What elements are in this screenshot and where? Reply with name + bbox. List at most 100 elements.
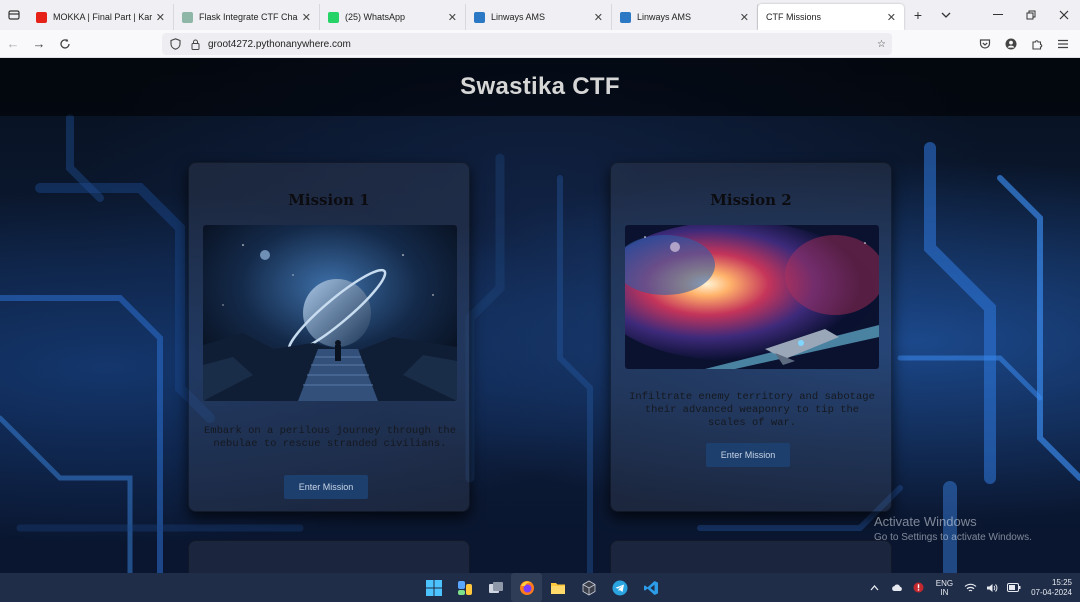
- battery-button[interactable]: [1003, 583, 1025, 592]
- vscode-button[interactable]: [635, 573, 666, 602]
- mission-title: Mission 1: [288, 191, 370, 209]
- planet-scene-image: [203, 225, 457, 401]
- close-tab-icon[interactable]: ✕: [302, 11, 311, 24]
- wifi-icon: [964, 583, 976, 591]
- restore-button[interactable]: [1014, 0, 1047, 30]
- telegram-button[interactable]: [604, 573, 635, 602]
- enter-mission-1-button[interactable]: Enter Mission: [284, 475, 368, 499]
- task-view-button[interactable]: [480, 573, 511, 602]
- tab-favicon-icon: [36, 11, 47, 23]
- extensions-button[interactable]: [1024, 30, 1050, 58]
- browser-tab[interactable]: (25) WhatsApp ✕: [320, 4, 466, 30]
- arrow-right-icon: →: [32, 36, 46, 51]
- site-header: Swastika CTF: [0, 58, 1080, 116]
- minimize-button[interactable]: [981, 0, 1014, 30]
- vscode-icon: [643, 580, 658, 595]
- tab-title: CTF Missions: [766, 12, 822, 22]
- page-viewport: Swastika CTF Mission 1 Embark on a peril…: [0, 58, 1080, 573]
- activate-windows-subtitle: Go to Settings to activate Windows.: [874, 532, 1032, 543]
- forward-button[interactable]: →: [26, 30, 52, 58]
- toolbar-right: [972, 30, 1076, 58]
- app-menu-button[interactable]: [1050, 30, 1076, 58]
- firefox-taskbar-button[interactable]: [511, 573, 542, 602]
- pocket-button[interactable]: [972, 30, 998, 58]
- navigation-bar: ← → groot4272.pythonanywhere.com ☆: [0, 30, 1080, 58]
- activate-windows-watermark: Activate Windows Go to Settings to activ…: [874, 514, 1032, 543]
- antivirus-tray-button[interactable]: [908, 582, 930, 593]
- browser-tab[interactable]: CTF Missions ✕: [758, 4, 904, 30]
- app-box-button[interactable]: [573, 573, 604, 602]
- file-explorer-button[interactable]: [542, 573, 573, 602]
- chevron-down-icon: [941, 12, 951, 18]
- account-button[interactable]: [998, 30, 1024, 58]
- tab-strip: MOKKA | Final Part | Karikku✕Flask Integ…: [0, 0, 1080, 30]
- reload-button[interactable]: [52, 30, 78, 58]
- browser-tab[interactable]: Linways AMS ✕: [466, 4, 612, 30]
- tab-title: Linways AMS: [637, 12, 692, 22]
- url-text[interactable]: groot4272.pythonanywhere.com: [208, 39, 351, 50]
- clock-time: 15:25: [1051, 577, 1072, 587]
- arrow-left-icon: ←: [6, 36, 20, 51]
- firefox-view-button[interactable]: [0, 0, 28, 30]
- start-button[interactable]: [418, 573, 449, 602]
- mission-card-1: Mission 1 Embark on a perilous journey t…: [188, 162, 470, 512]
- windows-logo-icon: [425, 579, 442, 596]
- close-tab-icon[interactable]: ✕: [594, 11, 603, 24]
- back-button[interactable]: ←: [0, 30, 26, 58]
- extensions-icon: [1032, 40, 1043, 50]
- mission-1-artwork: [203, 225, 457, 401]
- input-language-indicator[interactable]: ENG IN: [936, 579, 953, 597]
- browser-tab[interactable]: Flask Integrate CTF Challeng ✕: [174, 4, 320, 30]
- volume-button[interactable]: [981, 583, 1003, 593]
- clock[interactable]: 15:25 07-04-2024: [1031, 578, 1072, 598]
- cube-icon: [582, 580, 595, 595]
- mission-title: Mission 2: [710, 191, 792, 209]
- mission-card-4-partial: [610, 540, 892, 573]
- list-all-tabs-button[interactable]: [932, 0, 960, 30]
- lock-icon[interactable]: [188, 39, 202, 50]
- close-icon: [1059, 10, 1068, 20]
- tab-title: MOKKA | Final Part | Karikku: [53, 12, 152, 22]
- bookmark-star-icon[interactable]: ☆: [877, 39, 886, 50]
- windows-taskbar: ENG IN 15:25 07-04-2024: [0, 573, 1080, 602]
- cloud-icon: [891, 583, 902, 591]
- window-controls: [981, 0, 1080, 30]
- firefox-icon: [519, 580, 534, 595]
- pocket-icon: [979, 39, 991, 49]
- clock-date: 07-04-2024: [1031, 587, 1072, 597]
- restore-icon: [1026, 10, 1035, 20]
- close-tab-icon[interactable]: ✕: [156, 11, 165, 24]
- enter-mission-2-button[interactable]: Enter Mission: [706, 443, 790, 467]
- mission-card-3-partial: [188, 540, 470, 573]
- mission-card-2: Mission 2 Infiltrate enemy territory and…: [610, 162, 892, 512]
- close-tab-icon[interactable]: ✕: [887, 11, 896, 24]
- tab-title: (25) WhatsApp: [345, 12, 406, 22]
- shield-icon[interactable]: [168, 38, 182, 50]
- browser-tab[interactable]: MOKKA | Final Part | Karikku ✕: [28, 4, 174, 30]
- taskbar-apps: [418, 573, 666, 602]
- widgets-icon: [457, 580, 472, 595]
- firefox-view-icon: [8, 10, 20, 20]
- onedrive-button[interactable]: [886, 583, 908, 592]
- language-region: IN: [940, 587, 949, 597]
- plus-icon: +: [913, 7, 923, 23]
- wifi-button[interactable]: [959, 583, 981, 593]
- address-bar[interactable]: groot4272.pythonanywhere.com ☆: [162, 33, 892, 55]
- close-tab-icon[interactable]: ✕: [740, 11, 749, 24]
- system-tray: ENG IN 15:25 07-04-2024: [864, 573, 1080, 602]
- tab-title: Linways AMS: [491, 12, 546, 22]
- mission-description: Infiltrate enemy territory and sabotage …: [629, 391, 875, 429]
- tab-favicon-icon: [182, 11, 193, 23]
- show-hidden-icons-button[interactable]: [864, 584, 886, 591]
- activate-windows-title: Activate Windows: [874, 514, 977, 529]
- language-code: ENG: [935, 578, 954, 588]
- browser-tab[interactable]: Linways AMS ✕: [612, 4, 758, 30]
- nebula-scene-image: [625, 225, 879, 369]
- widgets-button[interactable]: [449, 573, 480, 602]
- mission-description: Embark on a perilous journey through the…: [203, 425, 457, 450]
- close-window-button[interactable]: [1047, 0, 1080, 30]
- tab-title: Flask Integrate CTF Challeng: [199, 12, 298, 22]
- tab-favicon-icon: [328, 11, 339, 23]
- new-tab-button[interactable]: +: [904, 0, 932, 30]
- close-tab-icon[interactable]: ✕: [448, 11, 457, 24]
